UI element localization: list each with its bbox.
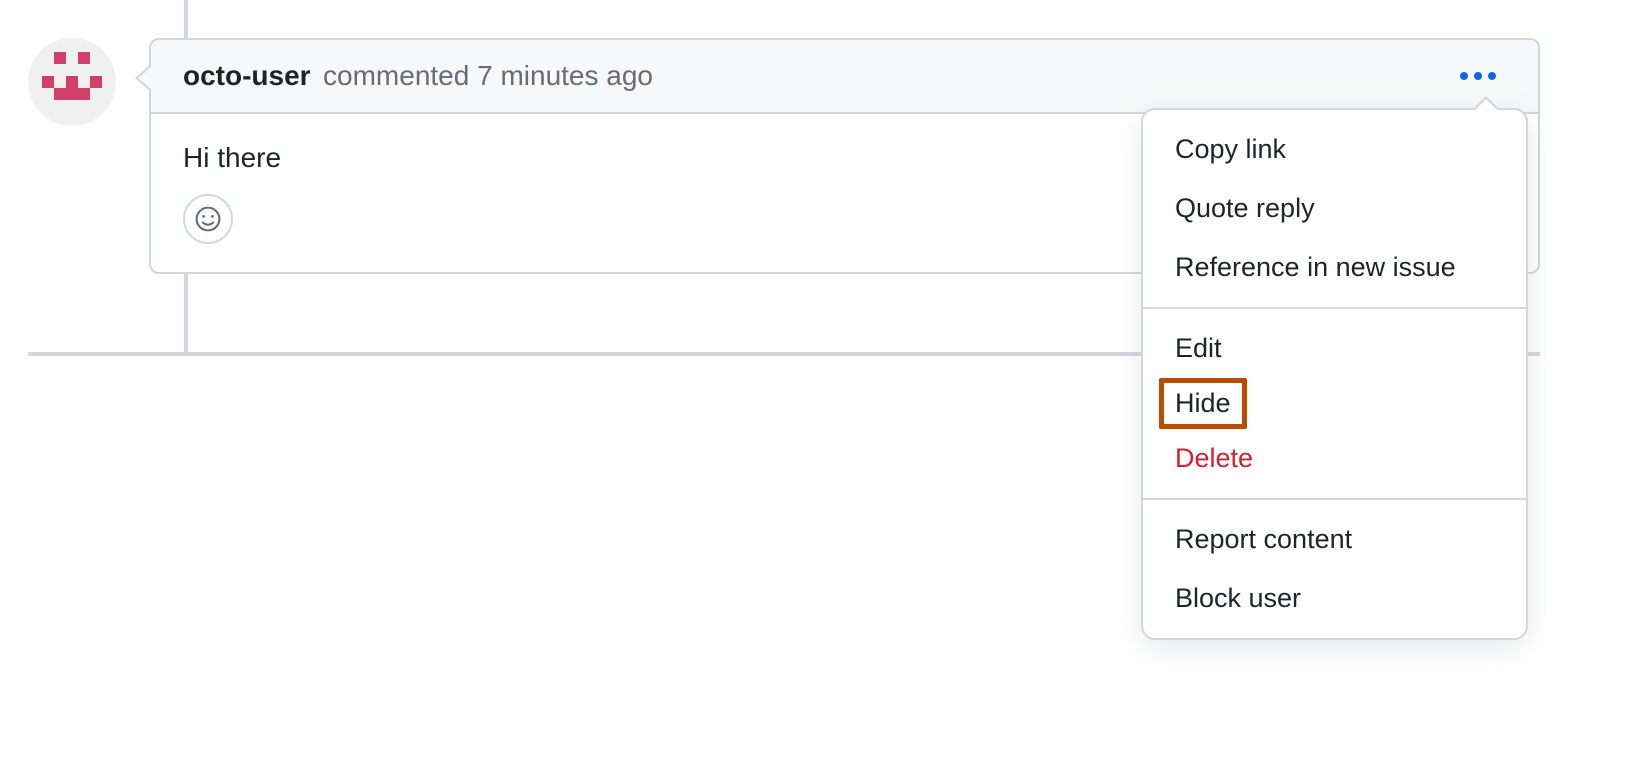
comment-actions-dropdown: Copy link Quote reply Reference in new i… — [1141, 108, 1528, 640]
menu-item-copy-link[interactable]: Copy link — [1143, 120, 1526, 179]
kebab-menu-button[interactable] — [1450, 64, 1506, 88]
kebab-horizontal-icon — [1458, 70, 1498, 82]
avatar[interactable] — [28, 38, 116, 126]
comment-header: octo-user commented 7 minutes ago — [151, 40, 1538, 114]
menu-item-quote-reply[interactable]: Quote reply — [1143, 179, 1526, 238]
comment-action-text: commented 7 minutes ago — [323, 60, 653, 91]
comment-attribution: octo-user commented 7 minutes ago — [183, 60, 653, 92]
smiley-icon — [194, 205, 222, 233]
menu-divider — [1143, 307, 1526, 309]
comment-author[interactable]: octo-user — [183, 60, 311, 91]
menu-item-hide[interactable]: Hide — [1159, 378, 1247, 429]
menu-divider — [1143, 498, 1526, 500]
menu-item-edit[interactable]: Edit — [1143, 319, 1526, 378]
menu-item-report-content[interactable]: Report content — [1143, 510, 1526, 569]
menu-item-block-user[interactable]: Block user — [1143, 569, 1526, 628]
menu-item-reference-new-issue[interactable]: Reference in new issue — [1143, 238, 1526, 297]
menu-item-delete[interactable]: Delete — [1143, 429, 1526, 488]
add-reaction-button[interactable] — [183, 194, 233, 244]
